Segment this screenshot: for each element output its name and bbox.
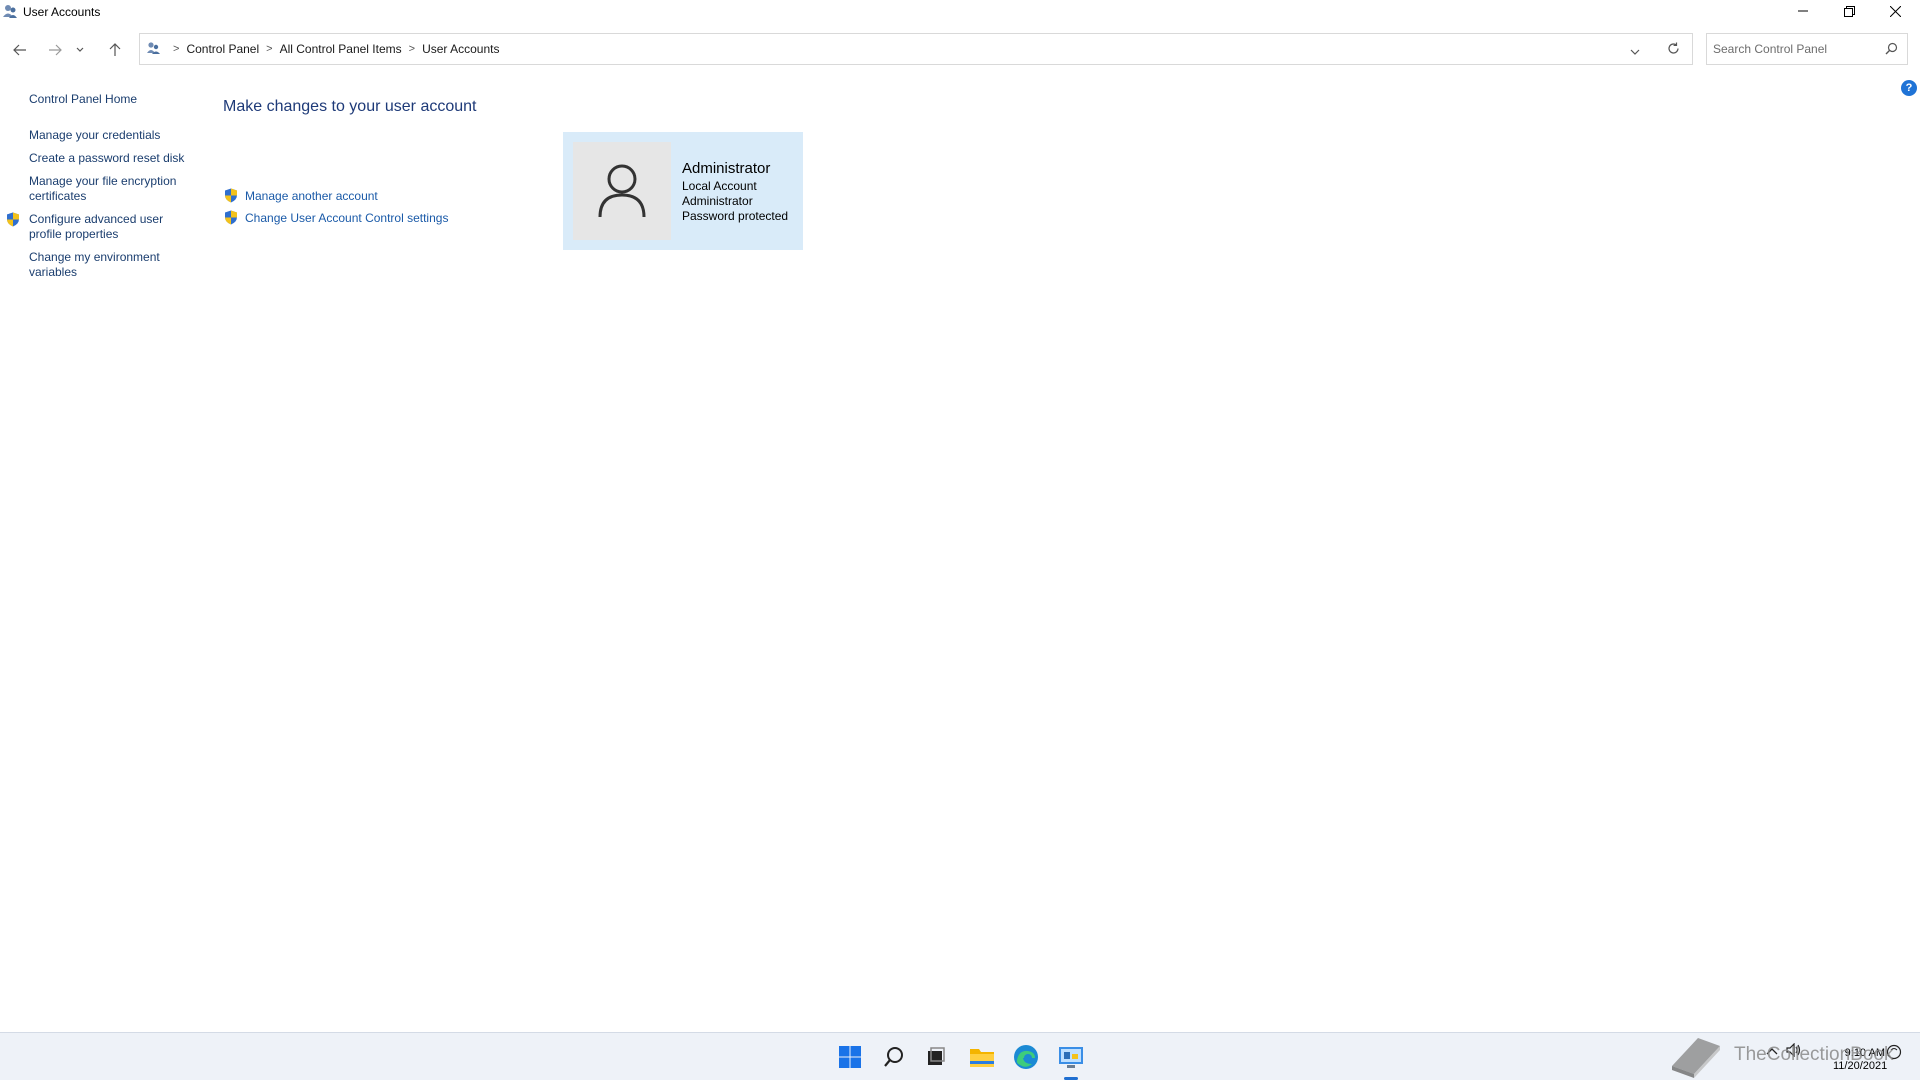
sidebar-item-environment-variables[interactable]: Change my environment variables: [29, 250, 179, 280]
breadcrumb: > Control Panel > All Control Panel Item…: [146, 34, 499, 64]
breadcrumb-user-accounts[interactable]: User Accounts: [422, 42, 499, 56]
avatar[interactable]: [573, 142, 671, 240]
control-panel-icon: [146, 41, 162, 58]
control-panel-icon[interactable]: [1055, 1041, 1087, 1073]
breadcrumb-all-control-panel-items[interactable]: All Control Panel Items: [280, 42, 402, 56]
edge-browser-icon[interactable]: [1010, 1041, 1042, 1073]
back-button[interactable]: [5, 33, 35, 67]
file-explorer-icon[interactable]: [966, 1041, 998, 1073]
recent-locations-chevron-down-icon[interactable]: [72, 33, 88, 67]
sidebar-item-advanced-profile-properties[interactable]: Configure advanced user profile properti…: [29, 212, 179, 242]
sidebar-item-file-encryption-certificates[interactable]: Manage your file encryption certificates: [29, 174, 179, 204]
account-card[interactable]: Administrator Local Account Administrato…: [563, 132, 803, 250]
up-button[interactable]: [100, 33, 130, 67]
watermark-text: TheCollectionBook: [1734, 1044, 1894, 1065]
user-silhouette-icon: [598, 164, 646, 218]
task-view-icon[interactable]: [920, 1041, 952, 1073]
sidebar-item-manage-credentials[interactable]: Manage your credentials: [29, 128, 189, 143]
sidebar-item-password-reset-disk[interactable]: Create a password reset disk: [29, 151, 189, 166]
minimize-button[interactable]: [1780, 0, 1826, 22]
account-role: Administrator: [682, 194, 753, 208]
change-uac-settings-link[interactable]: Change User Account Control settings: [245, 211, 448, 225]
search-box[interactable]: [1706, 33, 1908, 65]
search-icon[interactable]: [1885, 42, 1898, 60]
breadcrumb-separator: >: [266, 43, 273, 55]
taskbar: 9:10 AM 11/20/2021: [0, 1032, 1920, 1080]
close-button[interactable]: [1872, 0, 1918, 22]
page-title: Make changes to your user account: [223, 98, 477, 115]
account-type: Local Account: [682, 179, 757, 193]
sidebar-item-control-panel-home[interactable]: Control Panel Home: [29, 92, 189, 107]
uac-shield-icon: [224, 210, 238, 225]
windows-start-icon[interactable]: [834, 1041, 866, 1073]
breadcrumb-control-panel[interactable]: Control Panel: [186, 42, 259, 56]
search-input[interactable]: [1713, 34, 1873, 64]
breadcrumb-separator: >: [408, 43, 416, 55]
breadcrumb-separator: >: [173, 43, 180, 55]
restore-button[interactable]: [1826, 0, 1872, 22]
account-status: Password protected: [682, 209, 789, 223]
address-history-chevron-down-icon[interactable]: [1630, 43, 1640, 61]
window-title: User Accounts: [23, 5, 101, 19]
forward-button[interactable]: [40, 33, 70, 67]
account-name: Administrator: [682, 160, 771, 177]
navigation-bar: > Control Panel > All Control Panel Item…: [0, 33, 1920, 67]
uac-shield-icon: [6, 212, 20, 227]
help-icon[interactable]: ?: [1901, 80, 1917, 96]
search-icon[interactable]: [878, 1041, 910, 1073]
user-accounts-icon: [2, 3, 18, 19]
manage-another-account-link[interactable]: Manage another account: [245, 189, 378, 203]
refresh-icon[interactable]: [1667, 42, 1680, 60]
title-bar: User Accounts: [0, 0, 1920, 28]
address-bar[interactable]: > Control Panel > All Control Panel Item…: [139, 33, 1693, 65]
uac-shield-icon: [224, 188, 238, 203]
